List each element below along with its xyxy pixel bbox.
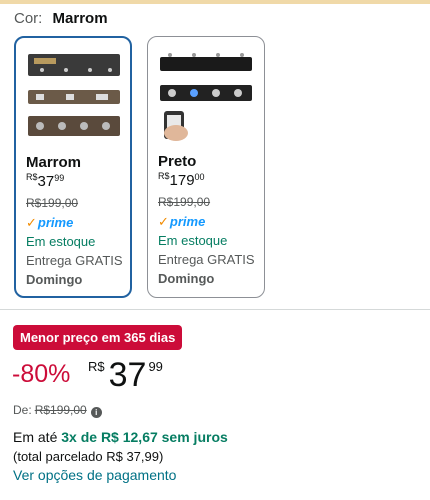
- currency-symbol: R$: [158, 171, 170, 181]
- delivery-day: Domingo: [158, 271, 215, 286]
- price-cents: 00: [194, 172, 205, 182]
- original-price-label: De:: [13, 403, 32, 417]
- guitar-pedal-switcher-image: [28, 54, 120, 136]
- installment-highlight: 3x de R$ 12,67 sem juros: [61, 429, 228, 445]
- section-divider: [0, 309, 430, 310]
- color-value: Marrom: [52, 10, 108, 27]
- payment-options-link[interactable]: Ver opções de pagamento: [13, 467, 176, 483]
- original-price: R$199,00: [34, 403, 87, 417]
- top-strip: [0, 0, 430, 4]
- variant-price: R$3799: [26, 172, 65, 190]
- price-cents: 99: [148, 359, 163, 374]
- variant-card-preto[interactable]: Preto R$17900 R$199,00 ✓prime Em estoque…: [147, 36, 265, 298]
- color-selection-row: Cor: Marrom: [14, 10, 108, 27]
- shipping-info: Entrega GRATIS: [158, 252, 255, 267]
- variant-card-marrom[interactable]: Marrom R$3799 R$199,00 ✓prime Em estoque…: [14, 36, 132, 298]
- list-price: R$199,00: [26, 196, 79, 210]
- price-whole: 179: [169, 172, 195, 189]
- prime-check-icon: ✓: [26, 215, 37, 230]
- shipping-info: Entrega GRATIS: [26, 253, 123, 268]
- discount-percent: -80%: [12, 360, 71, 388]
- prime-badge: ✓prime: [26, 215, 73, 231]
- price-whole: 37: [108, 356, 147, 394]
- installment-prefix: Em até: [13, 429, 58, 445]
- black-pedal-controller-image: [160, 53, 252, 141]
- installment-row: Em até 3x de R$ 12,67 sem juros: [13, 429, 228, 445]
- prime-badge: ✓prime: [158, 214, 205, 230]
- stock-status: Em estoque: [158, 233, 228, 248]
- variant-name: Marrom: [26, 154, 82, 171]
- list-price: R$199,00: [158, 195, 211, 209]
- price-cents: 99: [54, 173, 65, 183]
- currency-symbol: R$: [26, 172, 38, 182]
- deal-price: R$ 37 99: [88, 358, 163, 392]
- color-label: Cor:: [14, 10, 43, 27]
- delivery-day: Domingo: [26, 272, 83, 287]
- prime-label: prime: [37, 215, 74, 230]
- info-icon[interactable]: i: [90, 407, 102, 418]
- stock-status: Em estoque: [26, 234, 96, 249]
- prime-check-icon: ✓: [158, 214, 169, 229]
- prime-label: prime: [169, 214, 206, 229]
- deal-badge: Menor preço em 365 dias: [13, 325, 183, 350]
- original-price-row: De: R$199,00 i: [13, 403, 102, 418]
- variant-price: R$17900: [158, 171, 205, 189]
- installment-total: (total parcelado R$ 37,99): [13, 449, 164, 464]
- price-whole: 37: [37, 173, 55, 190]
- currency-symbol: R$: [88, 359, 105, 374]
- variant-name: Preto: [158, 153, 197, 170]
